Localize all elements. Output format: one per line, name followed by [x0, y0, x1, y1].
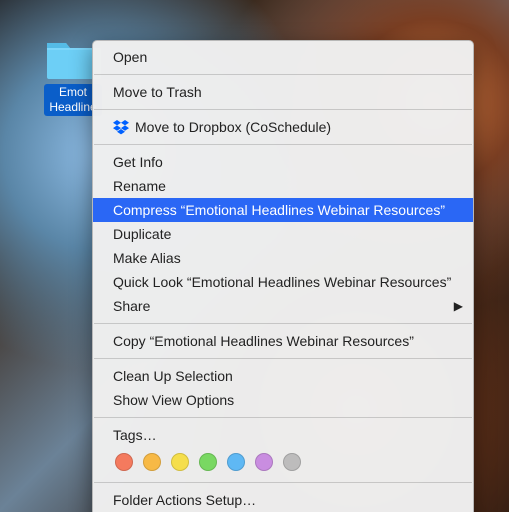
- menu-clean-up[interactable]: Clean Up Selection: [93, 364, 473, 388]
- tag-dot-5[interactable]: [255, 453, 273, 471]
- tag-dot-6[interactable]: [283, 453, 301, 471]
- tag-colors: [93, 447, 473, 477]
- menu-quick-look[interactable]: Quick Look “Emotional Headlines Webinar …: [93, 270, 473, 294]
- menu-copy[interactable]: Copy “Emotional Headlines Webinar Resour…: [93, 329, 473, 353]
- menu-make-alias[interactable]: Make Alias: [93, 246, 473, 270]
- menu-tags-label: Tags…: [113, 426, 157, 444]
- menu-copy-label: Copy “Emotional Headlines Webinar Resour…: [113, 332, 414, 350]
- separator: [94, 358, 472, 359]
- menu-open-label: Open: [113, 48, 147, 66]
- menu-tags[interactable]: Tags…: [93, 423, 473, 447]
- tag-dot-2[interactable]: [171, 453, 189, 471]
- menu-move-to-dropbox[interactable]: Move to Dropbox (CoSchedule): [93, 115, 473, 139]
- desktop: EmotHeadline Open Move to Trash Move to …: [0, 0, 509, 512]
- menu-share[interactable]: Share ▶: [93, 294, 473, 318]
- context-menu: Open Move to Trash Move to Dropbox (CoSc…: [92, 40, 474, 512]
- menu-cleanup-label: Clean Up Selection: [113, 367, 233, 385]
- separator: [94, 482, 472, 483]
- submenu-arrow-icon: ▶: [454, 297, 463, 315]
- menu-share-label: Share: [113, 297, 150, 315]
- separator: [94, 74, 472, 75]
- separator: [94, 323, 472, 324]
- menu-rename-label: Rename: [113, 177, 166, 195]
- tag-dot-4[interactable]: [227, 453, 245, 471]
- menu-move-to-trash[interactable]: Move to Trash: [93, 80, 473, 104]
- menu-rename[interactable]: Rename: [93, 174, 473, 198]
- menu-getinfo-label: Get Info: [113, 153, 163, 171]
- menu-viewopts-label: Show View Options: [113, 391, 234, 409]
- menu-makealias-label: Make Alias: [113, 249, 181, 267]
- menu-open[interactable]: Open: [93, 45, 473, 69]
- dropbox-icon: [113, 119, 129, 135]
- menu-compress[interactable]: Compress “Emotional Headlines Webinar Re…: [93, 198, 473, 222]
- menu-duplicate-label: Duplicate: [113, 225, 171, 243]
- menu-folder-actions[interactable]: Folder Actions Setup…: [93, 488, 473, 512]
- separator: [94, 109, 472, 110]
- menu-folderactions-label: Folder Actions Setup…: [113, 491, 256, 509]
- tag-dot-3[interactable]: [199, 453, 217, 471]
- separator: [94, 417, 472, 418]
- tag-dot-0[interactable]: [115, 453, 133, 471]
- menu-compress-label: Compress “Emotional Headlines Webinar Re…: [113, 201, 445, 219]
- menu-get-info[interactable]: Get Info: [93, 150, 473, 174]
- menu-quicklook-label: Quick Look “Emotional Headlines Webinar …: [113, 273, 451, 291]
- separator: [94, 144, 472, 145]
- menu-trash-label: Move to Trash: [113, 83, 202, 101]
- tag-dot-1[interactable]: [143, 453, 161, 471]
- menu-dropbox-label: Move to Dropbox (CoSchedule): [135, 118, 331, 136]
- menu-duplicate[interactable]: Duplicate: [93, 222, 473, 246]
- menu-view-options[interactable]: Show View Options: [93, 388, 473, 412]
